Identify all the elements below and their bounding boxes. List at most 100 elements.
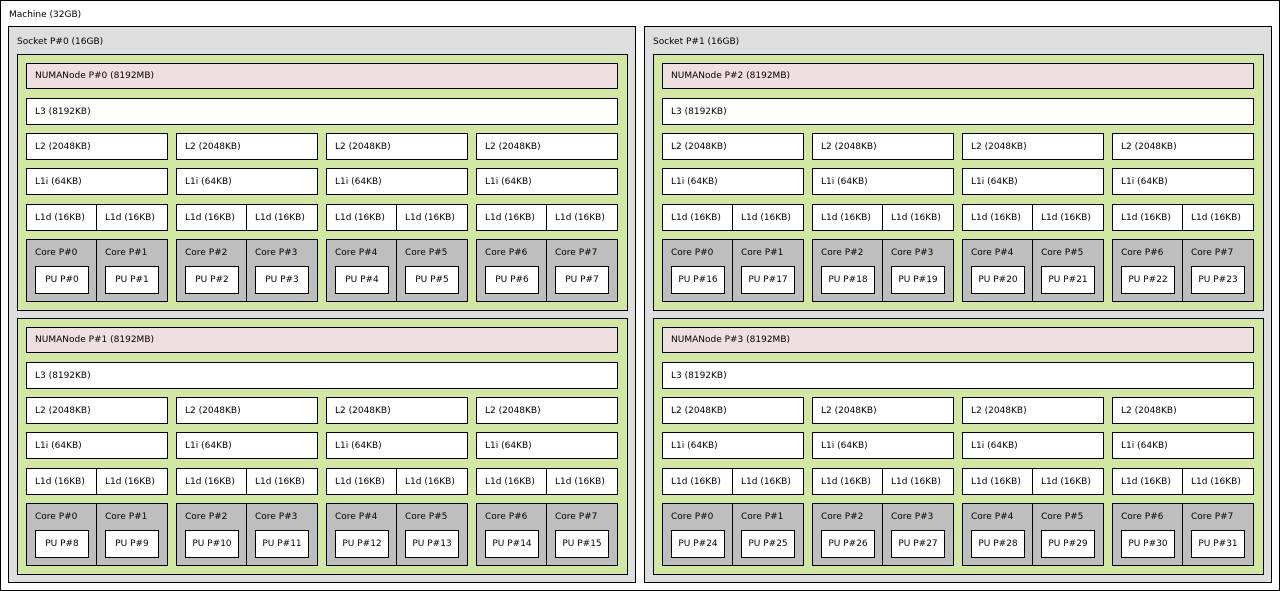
l2-cache-box-label: L2 (2048KB) bbox=[185, 406, 241, 416]
l1d-cache-box-label: L1d (16KB) bbox=[335, 477, 385, 487]
core-box: Core P#2 PU P#18 bbox=[812, 239, 884, 302]
pu-box: PU P#5 bbox=[405, 266, 459, 294]
pu-box: PU P#11 bbox=[255, 530, 309, 558]
l2-cache-box-label: L2 (2048KB) bbox=[335, 142, 391, 152]
pu-box: PU P#31 bbox=[1191, 530, 1245, 558]
pu-box: PU P#0 bbox=[35, 266, 89, 294]
l1d-cache-box: L1d (16KB) bbox=[326, 204, 398, 231]
numa-node-box: NUMANode P#1 (8192MB) bbox=[26, 327, 618, 353]
numa-group: NUMANode P#0 (8192MB) L3 (8192KB) L2 (2048… bbox=[17, 54, 628, 311]
core-box-label: Core P#2 bbox=[185, 248, 228, 258]
core-box-label: Core P#3 bbox=[255, 248, 298, 258]
pu-box-label: PU P#20 bbox=[978, 275, 1018, 285]
l1d-cache-box: L1d (16KB) bbox=[326, 468, 398, 495]
core-box-label: Core P#6 bbox=[1121, 512, 1164, 522]
l1i-cache-box: L1i (64KB) bbox=[662, 432, 804, 459]
l2-cache-box: L2 (2048KB) bbox=[176, 133, 318, 160]
l1d-cache-box-label: L1d (16KB) bbox=[671, 213, 721, 223]
core-box-label: Core P#5 bbox=[1041, 248, 1084, 258]
l1d-cache-box: L1d (16KB) bbox=[962, 204, 1034, 231]
l1d-cache-box: L1d (16KB) bbox=[96, 204, 168, 231]
core-box-label: Core P#2 bbox=[185, 512, 228, 522]
pu-box-label: PU P#2 bbox=[195, 275, 229, 285]
l1d-cache-box-label: L1d (16KB) bbox=[821, 477, 871, 487]
l1d-cache-box-label: L1d (16KB) bbox=[105, 213, 155, 223]
pu-box: PU P#1 bbox=[105, 266, 159, 294]
l1d-cache-box: L1d (16KB) bbox=[812, 468, 884, 495]
core-box-label: Core P#4 bbox=[971, 512, 1014, 522]
core-box-label: Core P#1 bbox=[741, 512, 784, 522]
numa-node-box: NUMANode P#2 (8192MB) bbox=[662, 63, 1254, 89]
l2-cache-box: L2 (2048KB) bbox=[812, 397, 954, 424]
pu-box: PU P#20 bbox=[971, 266, 1025, 294]
l2-cache-box-label: L2 (2048KB) bbox=[485, 406, 541, 416]
l2-cache-box: L2 (2048KB) bbox=[476, 397, 618, 424]
pu-box-label: PU P#16 bbox=[678, 275, 718, 285]
l1d-cache-box-label: L1d (16KB) bbox=[335, 213, 385, 223]
l1d-cache-box-label: L1d (16KB) bbox=[1191, 477, 1241, 487]
core-box-label: Core P#4 bbox=[971, 248, 1014, 258]
pu-box: PU P#13 bbox=[405, 530, 459, 558]
pu-box-label: PU P#5 bbox=[415, 275, 449, 285]
l1i-cache-box: L1i (64KB) bbox=[26, 168, 168, 195]
l2-cache-box-label: L2 (2048KB) bbox=[485, 142, 541, 152]
core-box: Core P#1 PU P#25 bbox=[732, 503, 804, 566]
l2-cache-box: L2 (2048KB) bbox=[1112, 133, 1254, 160]
l1d-cache-box: L1d (16KB) bbox=[1182, 468, 1254, 495]
l1d-cache-box-label: L1d (16KB) bbox=[555, 477, 605, 487]
l1i-cache-box-label: L1i (64KB) bbox=[1121, 441, 1168, 451]
l2-cache-box-label: L2 (2048KB) bbox=[821, 406, 877, 416]
numa-group: NUMANode P#2 (8192MB) L3 (8192KB) L2 (2048… bbox=[653, 54, 1264, 311]
pu-box: PU P#9 bbox=[105, 530, 159, 558]
core-box: Core P#6 PU P#30 bbox=[1112, 503, 1184, 566]
l1d-cache-box-label: L1d (16KB) bbox=[555, 213, 605, 223]
l1i-cache-box: L1i (64KB) bbox=[176, 168, 318, 195]
core-box: Core P#5 PU P#5 bbox=[396, 239, 468, 302]
core-box-label: Core P#1 bbox=[105, 248, 148, 258]
l1d-cache-box-label: L1d (16KB) bbox=[671, 477, 721, 487]
core-box-label: Core P#5 bbox=[1041, 512, 1084, 522]
core-box-label: Core P#3 bbox=[255, 512, 298, 522]
l2-cache-box: L2 (2048KB) bbox=[476, 133, 618, 160]
l3-cache-box-label: L3 (8192KB) bbox=[671, 107, 727, 117]
l1d-cache-box-label: L1d (16KB) bbox=[1191, 213, 1241, 223]
l2-cache-box-label: L2 (2048KB) bbox=[335, 406, 391, 416]
l2-cache-box: L2 (2048KB) bbox=[962, 397, 1104, 424]
core-box-label: Core P#2 bbox=[821, 248, 864, 258]
l1d-cache-box: L1d (16KB) bbox=[96, 468, 168, 495]
core-box: Core P#2 PU P#10 bbox=[176, 503, 248, 566]
numa-node-box: NUMANode P#0 (8192MB) bbox=[26, 63, 618, 89]
core-box-label: Core P#6 bbox=[485, 248, 528, 258]
pu-box: PU P#28 bbox=[971, 530, 1025, 558]
l1i-cache-box-label: L1i (64KB) bbox=[485, 177, 532, 187]
core-box-label: Core P#5 bbox=[405, 512, 448, 522]
core-box: Core P#5 PU P#13 bbox=[396, 503, 468, 566]
l2-cache-box-label: L2 (2048KB) bbox=[671, 406, 727, 416]
l1d-cache-box: L1d (16KB) bbox=[396, 468, 468, 495]
l1d-cache-box: L1d (16KB) bbox=[662, 204, 734, 231]
core-box-label: Core P#6 bbox=[485, 512, 528, 522]
l1d-cache-box: L1d (16KB) bbox=[1112, 204, 1184, 231]
l1d-cache-box: L1d (16KB) bbox=[176, 468, 248, 495]
l1d-cache-box: L1d (16KB) bbox=[812, 204, 884, 231]
pu-box: PU P#8 bbox=[35, 530, 89, 558]
l1i-cache-box-label: L1i (64KB) bbox=[1121, 177, 1168, 187]
pu-box: PU P#18 bbox=[821, 266, 875, 294]
pu-box-label: PU P#25 bbox=[748, 539, 788, 549]
l1i-cache-box-label: L1i (64KB) bbox=[971, 177, 1018, 187]
l1i-cache-box: L1i (64KB) bbox=[1112, 432, 1254, 459]
l3-cache-box-label: L3 (8192KB) bbox=[35, 107, 91, 117]
core-box: Core P#2 PU P#26 bbox=[812, 503, 884, 566]
core-box-label: Core P#0 bbox=[671, 248, 714, 258]
core-box: Core P#4 PU P#20 bbox=[962, 239, 1034, 302]
core-box: Core P#6 PU P#14 bbox=[476, 503, 548, 566]
l1d-cache-box-label: L1d (16KB) bbox=[485, 213, 535, 223]
core-box-label: Core P#0 bbox=[35, 512, 78, 522]
pu-box: PU P#24 bbox=[671, 530, 725, 558]
pu-box: PU P#2 bbox=[185, 266, 239, 294]
pu-box: PU P#10 bbox=[185, 530, 239, 558]
numa-node-box-label: NUMANode P#2 (8192MB) bbox=[671, 71, 791, 81]
l1d-cache-box-label: L1d (16KB) bbox=[1041, 213, 1091, 223]
core-box-label: Core P#1 bbox=[105, 512, 148, 522]
core-box-label: Core P#0 bbox=[671, 512, 714, 522]
